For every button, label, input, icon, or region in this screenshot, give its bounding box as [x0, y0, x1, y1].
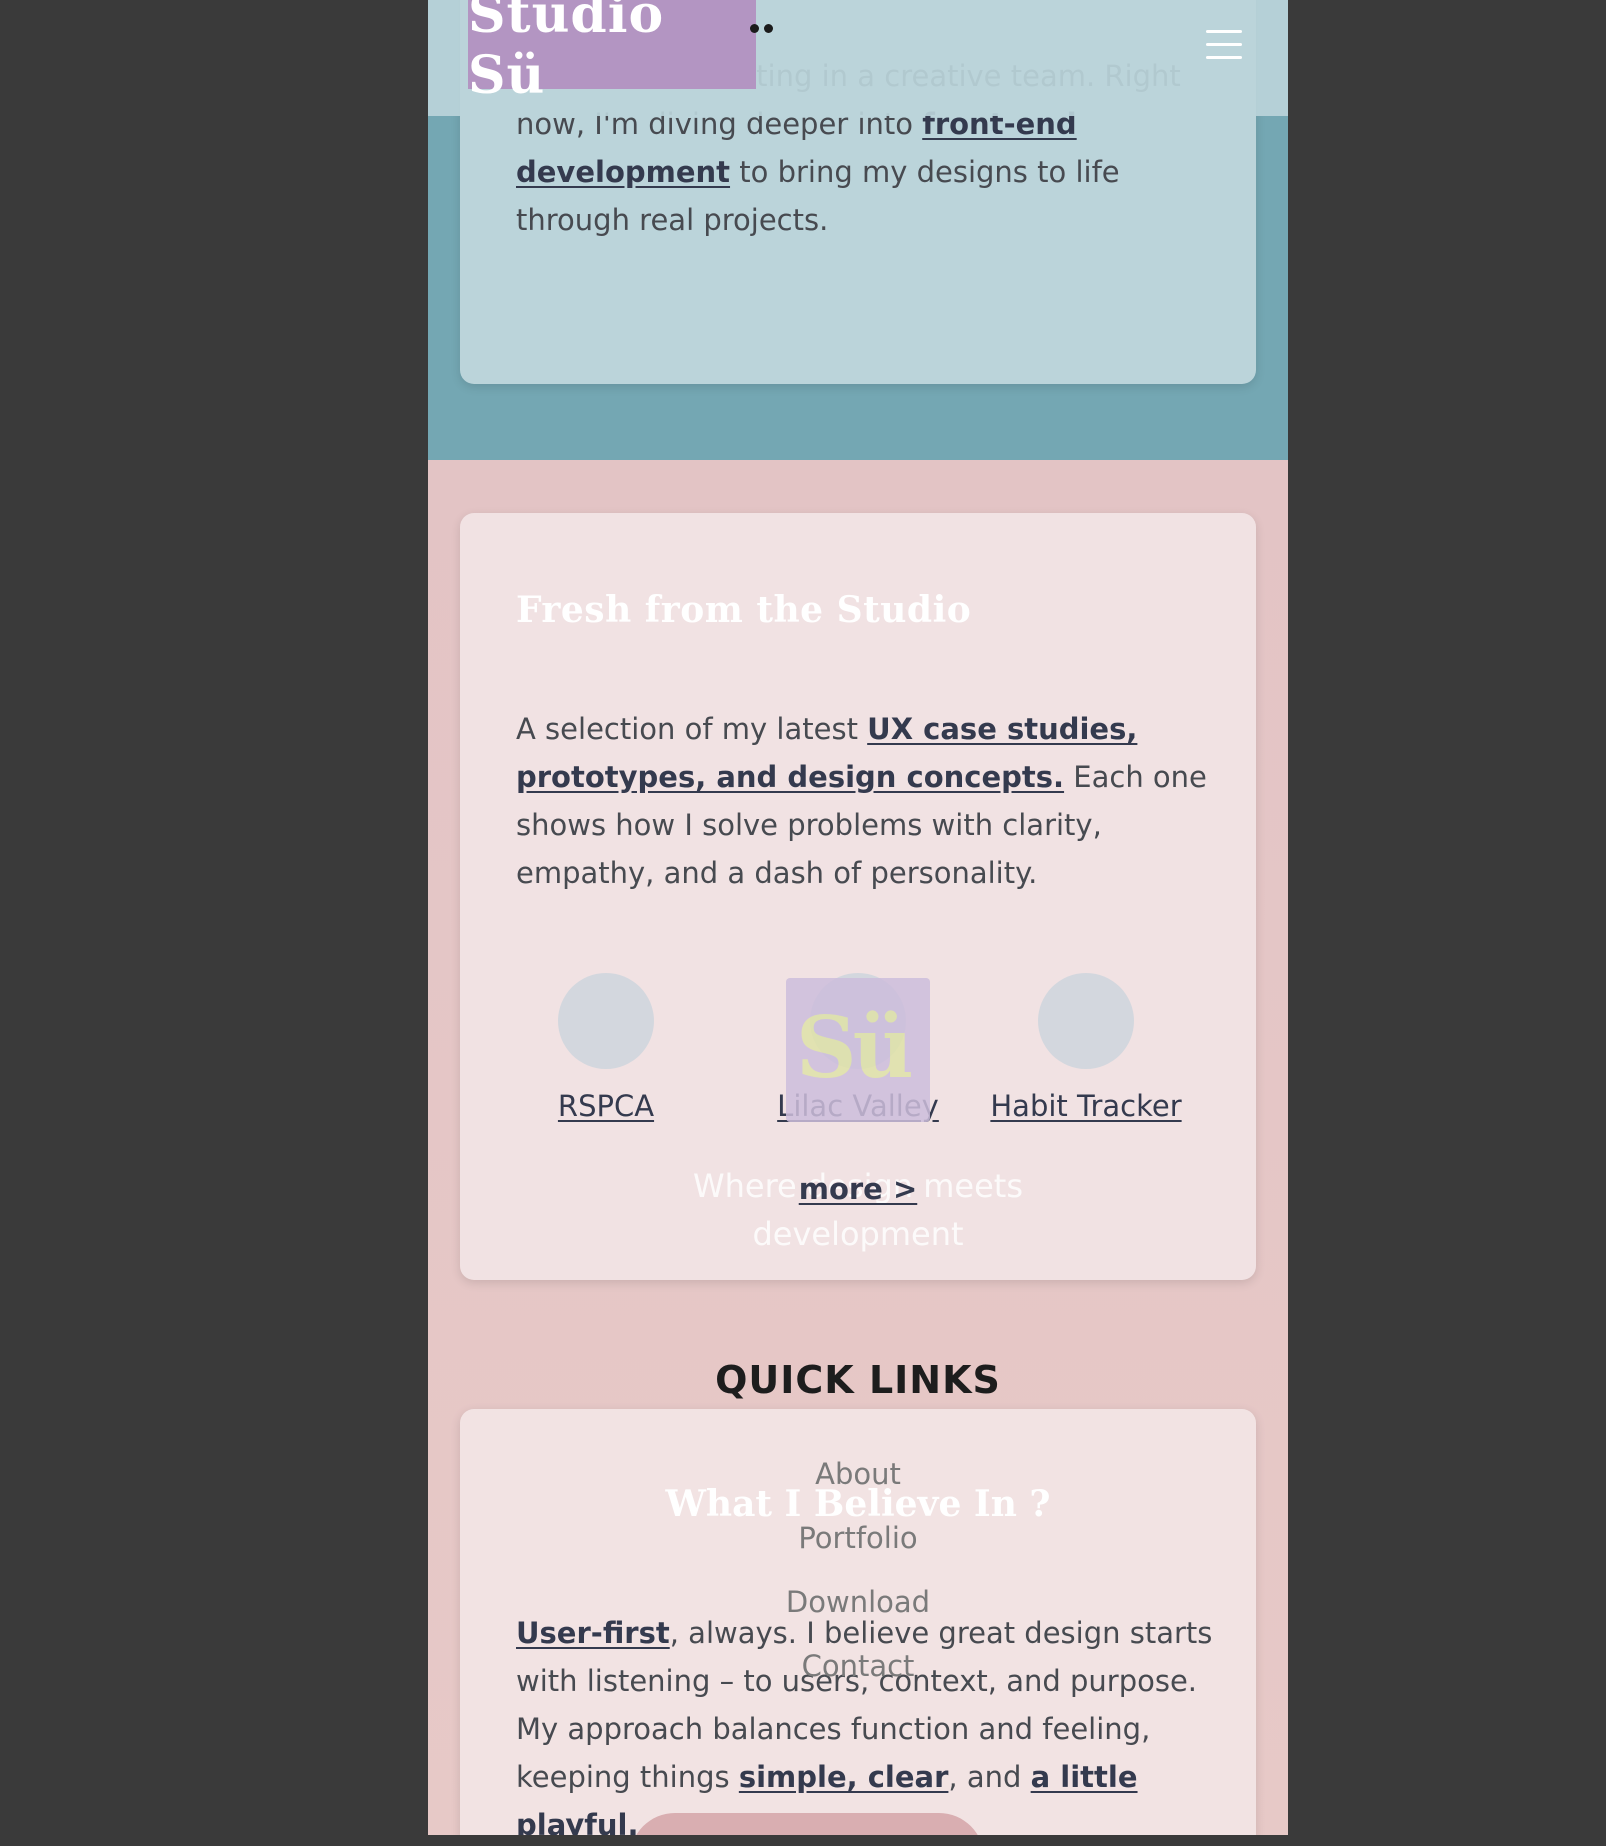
project-rspca-link[interactable]: RSPCA	[486, 1089, 726, 1123]
simple-clear-link[interactable]: simple, clear	[739, 1760, 949, 1794]
hamburger-menu-icon[interactable]	[1204, 28, 1244, 62]
studio-su-logo[interactable]: Studio Sü	[468, 0, 773, 106]
project-habit-tracker[interactable]: Habit Tracker	[966, 961, 1206, 1123]
project-thumbnail[interactable]	[558, 973, 654, 1069]
project-rspca[interactable]: RSPCA	[486, 961, 726, 1123]
more-projects-label[interactable]: more >	[799, 1172, 918, 1206]
footer-logo-image: Sü	[786, 978, 930, 1122]
project-habit-tracker-link[interactable]: Habit Tracker	[966, 1089, 1206, 1123]
quick-link-about[interactable]: About	[428, 1442, 1288, 1506]
fresh-from-studio-title: Fresh from the Studio	[516, 589, 972, 631]
quick-link-contact[interactable]: Contact	[428, 1634, 1288, 1698]
believe-button[interactable]	[630, 1813, 984, 1835]
mobile-viewport: solo or collaborating in a creative team…	[428, 0, 1288, 1835]
footer-logo-mark: Sü	[796, 998, 914, 1097]
fresh-intro-text: A selection of my latest UX case studies…	[516, 705, 1216, 897]
more-projects-link[interactable]: more >	[428, 1172, 1288, 1206]
fresh-text-part: A selection of my latest	[516, 712, 868, 746]
quick-link-portfolio[interactable]: Portfolio	[428, 1506, 1288, 1570]
logo-eyes-icon	[750, 24, 778, 34]
quick-links-heading: QUICK LINKS	[715, 1358, 1001, 1402]
site-header: Studio Sü	[428, 0, 1288, 116]
project-thumbnail[interactable]	[1038, 973, 1134, 1069]
quick-links-nav: About Portfolio Download Contact	[428, 1442, 1288, 1698]
quick-link-download[interactable]: Download	[428, 1570, 1288, 1634]
believe-text-part: , and	[948, 1760, 1031, 1794]
logo-text[interactable]: Studio Sü	[468, 0, 756, 106]
